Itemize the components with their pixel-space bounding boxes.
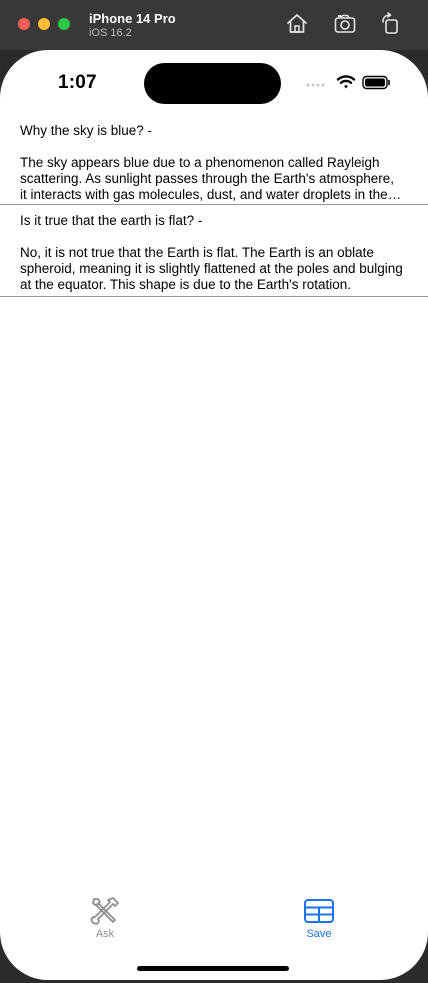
- wrench-screwdriver-icon: [90, 897, 119, 925]
- tab-ask[interactable]: Ask: [65, 896, 145, 940]
- home-icon[interactable]: [285, 12, 309, 36]
- list-item-question: Why the sky is blue? -: [20, 123, 153, 138]
- table-grid-icon: [304, 899, 334, 923]
- list-item-answer: The sky appears blue due to a phenomenon…: [20, 155, 395, 202]
- status-icons: [306, 75, 390, 90]
- list-item-answer: No, it is not true that the Earth is fla…: [20, 245, 403, 292]
- rotate-icon[interactable]: [379, 12, 403, 36]
- phone-screen: 1:07 Why the sky is blue? - The sky appe…: [0, 50, 428, 980]
- device-name: iPhone 14 Pro: [89, 11, 176, 26]
- list-item[interactable]: Why the sky is blue? - The sky appears b…: [0, 118, 428, 205]
- screenshot-icon[interactable]: [333, 12, 357, 36]
- tab-save[interactable]: Save: [279, 896, 359, 940]
- tab-ask-label: Ask: [95, 928, 115, 940]
- zoom-window-button[interactable]: [58, 18, 70, 30]
- simulator-titlebar: iPhone 14 Pro iOS 16.2: [0, 0, 428, 50]
- home-indicator[interactable]: [137, 966, 289, 971]
- qa-list: Why the sky is blue? - The sky appears b…: [0, 118, 428, 297]
- signal-icon: [306, 83, 325, 87]
- list-item-question: Is it true that the earth is flat? -: [20, 213, 203, 228]
- wifi-icon: [336, 75, 356, 89]
- tab-bar: Ask Save: [0, 890, 428, 940]
- status-time: 1:07: [58, 72, 97, 93]
- device-os-version: iOS 16.2: [89, 27, 132, 39]
- minimize-window-button[interactable]: [38, 18, 50, 30]
- close-window-button[interactable]: [18, 18, 30, 30]
- list-item[interactable]: Is it true that the earth is flat? - No,…: [0, 205, 428, 297]
- tab-save-label: Save: [306, 928, 332, 940]
- simulator-window: iPhone 14 Pro iOS 16.2 1:07 Why the sky …: [0, 0, 428, 983]
- dynamic-island: [144, 63, 281, 104]
- battery-icon: [362, 75, 390, 90]
